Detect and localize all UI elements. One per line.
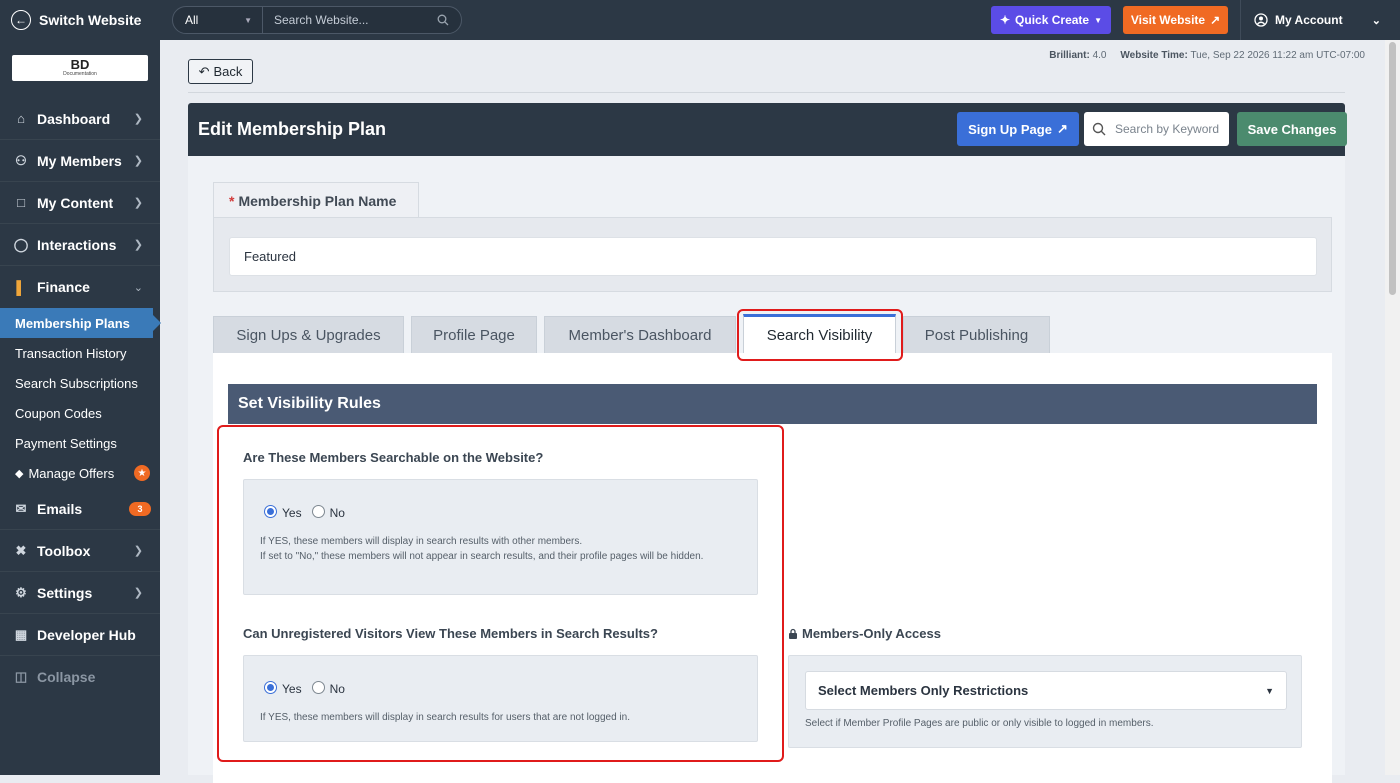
sidebar-item-settings[interactable]: ⚙ Settings ❯: [0, 572, 160, 614]
back-button[interactable]: ↶ Back: [188, 59, 253, 84]
arrow-left-icon: ←: [11, 10, 31, 30]
mail-icon: ✉: [15, 500, 27, 516]
tab-members-dashboard[interactable]: Member's Dashboard: [544, 316, 736, 354]
emails-count-badge: 3: [129, 501, 151, 516]
save-changes-button[interactable]: Save Changes: [1237, 112, 1347, 146]
search-input[interactable]: Search Website...: [263, 13, 461, 27]
chevron-right-icon: ❯: [133, 155, 143, 167]
sidebar-sub-membership-plans[interactable]: Membership Plans: [0, 308, 161, 338]
gear-icon: ⚙: [15, 584, 27, 600]
chevron-down-icon: ⌄: [1371, 14, 1381, 27]
tab-profile-page[interactable]: Profile Page: [411, 316, 537, 354]
divider: [188, 92, 1345, 93]
sidebar-sub-coupon-codes[interactable]: Coupon Codes: [0, 398, 160, 428]
members-only-group: Select Members Only Restrictions ▼ Selec…: [788, 655, 1302, 748]
members-only-help: Select if Member Profile Pages are publi…: [805, 718, 1154, 729]
quick-create-button[interactable]: ✦ Quick Create ▼: [991, 6, 1111, 34]
caret-down-icon: ▼: [1265, 685, 1274, 696]
sidebar-item-my-members[interactable]: ⚇ My Members ❯: [0, 140, 160, 182]
plan-name-label: * Membership Plan Name: [213, 182, 419, 218]
chart-icon: ▌: [16, 279, 26, 295]
chevron-right-icon: ❯: [133, 197, 143, 209]
scrollbar-thumb[interactable]: [1389, 42, 1396, 295]
chevron-down-icon: ▼: [1094, 15, 1103, 25]
search-scope-select[interactable]: All ▼: [173, 7, 263, 33]
plan-name-group: Featured: [213, 217, 1332, 292]
collapse-icon: ◫: [14, 669, 28, 684]
reply-arrow-icon: ↶: [198, 63, 210, 79]
users-icon: ⚇: [15, 152, 27, 168]
tab-sign-ups-upgrades[interactable]: Sign Ups & Upgrades: [213, 316, 404, 354]
chevron-right-icon: ❯: [133, 239, 143, 251]
chevron-down-icon: ⌄: [133, 281, 143, 294]
star-icon: ★: [134, 465, 150, 481]
sparkle-icon: ✦: [999, 13, 1011, 27]
sidebar: BD Documentation ⌂ Dashboard ❯ ⚇ My Memb…: [0, 40, 161, 775]
keyword-search-input[interactable]: Search by Keyword: [1084, 112, 1229, 146]
brand-logo[interactable]: BD Documentation: [12, 55, 148, 81]
sidebar-item-interactions[interactable]: ◯ Interactions ❯: [0, 224, 160, 266]
home-icon: ⌂: [17, 111, 25, 126]
sidebar-sub-payment-settings[interactable]: Payment Settings: [0, 428, 160, 458]
folder-icon: □: [17, 195, 25, 210]
search-icon: [1092, 122, 1106, 136]
panel-header: Edit Membership Plan Sign Up Page ↗ Sear…: [188, 103, 1347, 156]
sidebar-item-toolbox[interactable]: ✖ Toolbox ❯: [0, 530, 160, 572]
external-link-icon: ↗: [1056, 121, 1068, 136]
tag-icon: ◆: [15, 467, 24, 480]
tab-post-publishing[interactable]: Post Publishing: [903, 316, 1050, 354]
site-search: All ▼ Search Website...: [172, 6, 462, 34]
plan-name-input[interactable]: Featured: [229, 237, 1317, 276]
tools-icon: ✖: [15, 542, 27, 558]
chevron-right-icon: ❯: [133, 545, 143, 557]
chevron-down-icon: ▼: [244, 15, 252, 25]
page-title: Edit Membership Plan: [198, 119, 387, 139]
grid-icon: ▦: [14, 626, 28, 642]
lock-icon: [789, 628, 797, 639]
sidebar-item-dashboard[interactable]: ⌂ Dashboard ❯: [0, 98, 160, 140]
sidebar-sub-manage-offers[interactable]: ◆ Manage Offers ★: [0, 458, 160, 488]
tab-highlight-box: [737, 309, 903, 361]
chevron-right-icon: ❯: [133, 113, 143, 125]
chat-icon: ◯: [13, 236, 29, 252]
chevron-right-icon: ❯: [133, 587, 143, 599]
search-icon: [437, 14, 449, 26]
user-circle-icon: [1254, 13, 1268, 27]
switch-website-button[interactable]: ← Switch Website: [0, 0, 160, 40]
options-highlight-box: [217, 425, 784, 762]
page-scrollbar[interactable]: [1385, 40, 1400, 775]
sidebar-sub-search-subscriptions[interactable]: Search Subscriptions: [0, 368, 160, 398]
members-only-select[interactable]: Select Members Only Restrictions ▼: [805, 671, 1287, 710]
sidebar-item-my-content[interactable]: □ My Content ❯: [0, 182, 160, 224]
required-asterisk: *: [229, 192, 235, 209]
top-bar: ← Switch Website All ▼ Search Website...…: [0, 0, 1400, 40]
section-title: Set Visibility Rules: [228, 384, 1317, 424]
sidebar-item-finance[interactable]: ▌ Finance ⌄: [0, 266, 160, 308]
members-only-label: Members-Only Access: [788, 626, 941, 641]
sidebar-sub-transaction-history[interactable]: Transaction History: [0, 338, 160, 368]
sidebar-item-developer-hub[interactable]: ▦ Developer Hub: [0, 614, 160, 656]
sidebar-collapse[interactable]: ◫ Collapse: [0, 656, 160, 698]
sign-up-page-button[interactable]: Sign Up Page ↗: [957, 112, 1079, 146]
my-account-menu[interactable]: My Account ⌄: [1240, 0, 1385, 40]
switch-website-label: Switch Website: [39, 12, 142, 28]
sidebar-item-emails[interactable]: ✉ Emails 3: [0, 488, 160, 530]
external-link-icon: ↗: [1210, 13, 1221, 27]
site-meta: Brilliant: 4.0 Website Time: Tue, Sep 22…: [1049, 50, 1365, 61]
visit-website-button[interactable]: Visit Website ↗: [1123, 6, 1228, 34]
